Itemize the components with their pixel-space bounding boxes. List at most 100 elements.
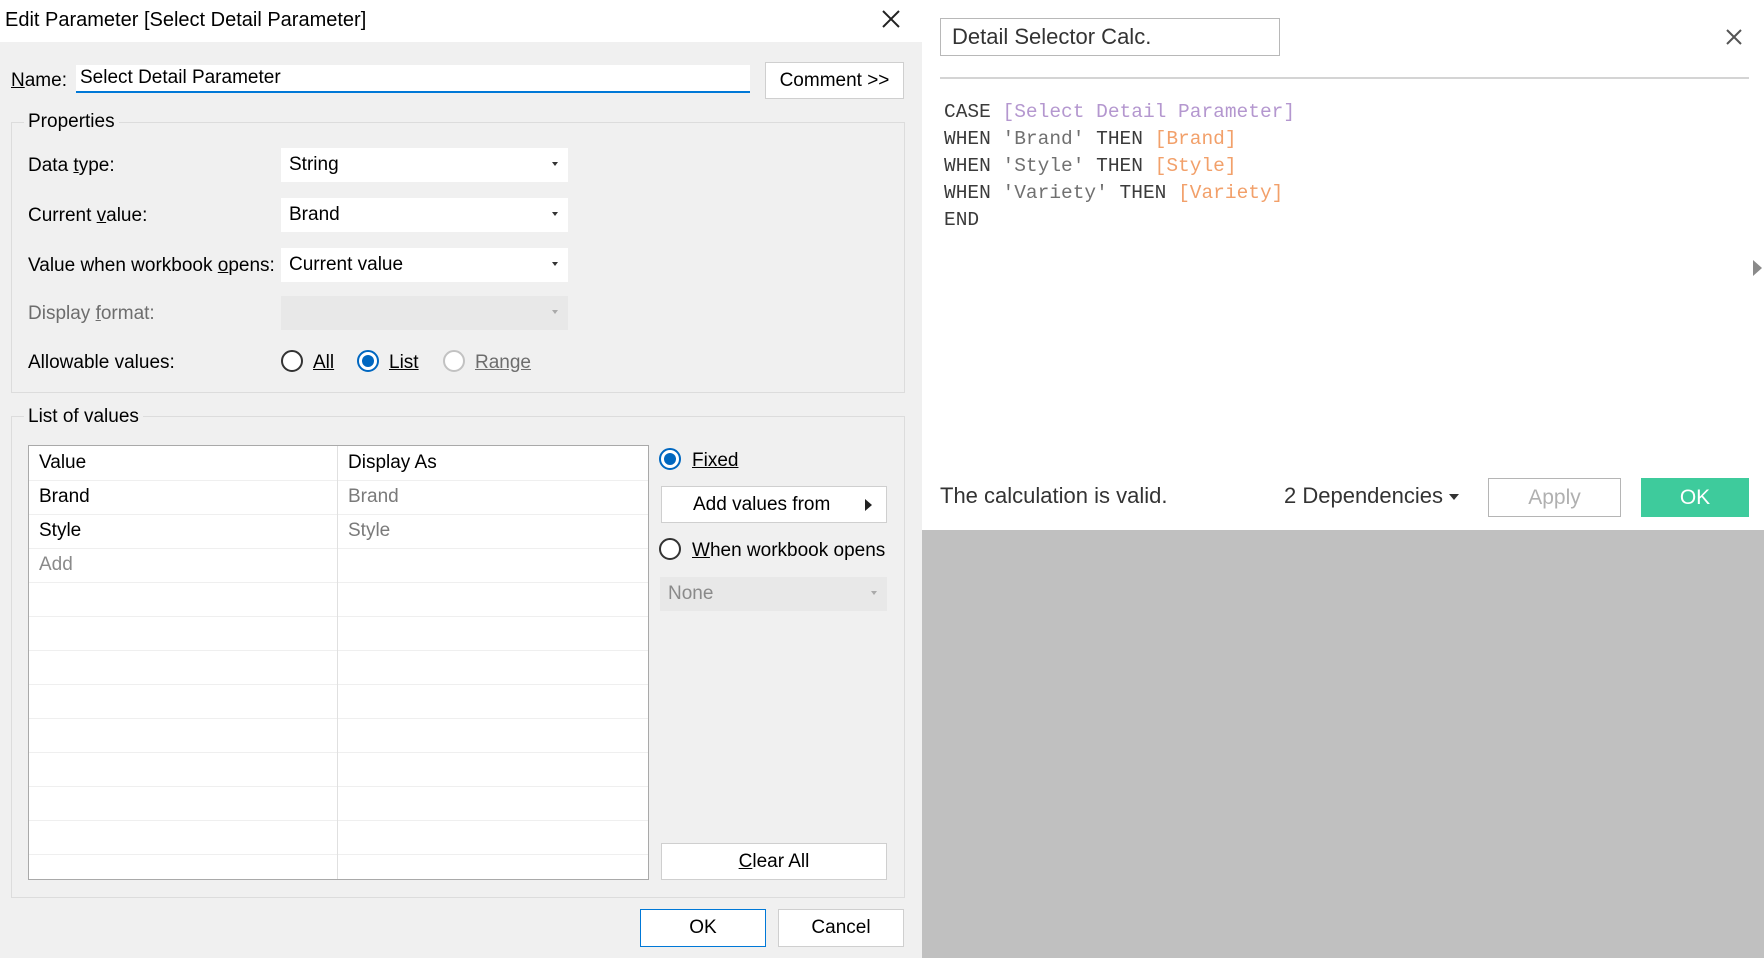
radio-all-label[interactable]: All bbox=[313, 352, 334, 374]
keyword: WHEN bbox=[944, 182, 991, 204]
value-cell[interactable]: Style bbox=[29, 514, 338, 548]
validation-status: The calculation is valid. bbox=[940, 483, 1168, 508]
calc-name-input[interactable]: Detail Selector Calc. bbox=[940, 18, 1280, 56]
value-cell[interactable]: Brand bbox=[29, 480, 338, 514]
data-type-value: String bbox=[289, 154, 339, 175]
comment-button[interactable]: Comment >> bbox=[765, 62, 904, 99]
keyword: END bbox=[944, 209, 980, 231]
expand-panel-arrow-icon[interactable] bbox=[1753, 260, 1762, 276]
radio-range-label: Range bbox=[475, 352, 531, 373]
display-as-cell[interactable]: Style bbox=[338, 514, 648, 548]
ok-button[interactable]: OK bbox=[640, 909, 766, 947]
empty-cell bbox=[29, 786, 338, 820]
values-table[interactable]: Value Display As Brand Brand Style Style… bbox=[28, 445, 649, 880]
code-line-5: END bbox=[944, 207, 1295, 234]
allowable-values-label: Allowable values: bbox=[28, 352, 175, 373]
keyword: THEN bbox=[1096, 155, 1143, 177]
empty-cell bbox=[29, 752, 338, 786]
name-label: Name: bbox=[11, 70, 67, 91]
list-of-values-group-title: List of values bbox=[24, 406, 143, 428]
parameter-ref: [Select Detail Parameter] bbox=[1002, 101, 1296, 123]
current-value-select[interactable]: Brand bbox=[281, 198, 568, 232]
calculation-editor-panel bbox=[922, 0, 1764, 530]
table-row-empty bbox=[29, 582, 648, 617]
radio-when-workbook-opens-label[interactable]: When workbook opens bbox=[692, 540, 885, 562]
divider bbox=[940, 77, 1749, 79]
keyword: WHEN bbox=[944, 128, 991, 150]
close-calc-icon[interactable] bbox=[1719, 22, 1749, 52]
add-values-from-label: Add values from bbox=[693, 493, 831, 515]
string-literal: 'Brand' bbox=[1002, 128, 1085, 150]
empty-cell bbox=[29, 718, 338, 752]
empty-cell bbox=[29, 582, 338, 616]
empty-cell bbox=[29, 650, 338, 684]
add-value-cell[interactable]: Add bbox=[29, 548, 338, 582]
display-as-cell[interactable] bbox=[338, 548, 648, 582]
when-workbook-opens-value: None bbox=[668, 583, 714, 604]
radio-list-label[interactable]: List bbox=[389, 352, 419, 374]
chevron-down-icon bbox=[552, 162, 558, 166]
empty-cell bbox=[29, 684, 338, 718]
keyword: THEN bbox=[1119, 182, 1167, 204]
table-row[interactable]: Style Style bbox=[29, 514, 648, 549]
table-row-empty bbox=[29, 854, 648, 879]
display-as-cell[interactable]: Brand bbox=[338, 480, 648, 514]
current-value-label: Current value: bbox=[28, 205, 148, 226]
empty-cell bbox=[29, 820, 338, 854]
workbook-opens-select[interactable]: Current value bbox=[281, 248, 568, 282]
code-line-4: WHEN 'Variety' THEN [Variety] bbox=[944, 180, 1295, 207]
data-type-select[interactable]: String bbox=[281, 148, 568, 182]
field-ref: [Brand] bbox=[1154, 128, 1237, 150]
string-literal: 'Variety' bbox=[1002, 182, 1108, 204]
name-input[interactable] bbox=[76, 65, 750, 93]
keyword: THEN bbox=[1096, 128, 1143, 150]
empty-cell bbox=[29, 616, 338, 650]
column-header-value: Value bbox=[29, 446, 338, 480]
code-line-1: CASE [Select Detail Parameter] bbox=[944, 99, 1295, 126]
dependencies-dropdown[interactable]: 2 Dependencies bbox=[1284, 483, 1460, 509]
display-format-select bbox=[281, 296, 568, 330]
chevron-down-icon bbox=[552, 262, 558, 266]
dialog-title: Edit Parameter [Select Detail Parameter] bbox=[5, 9, 367, 31]
clear-all-button[interactable]: Clear All bbox=[661, 843, 887, 880]
keyword: WHEN bbox=[944, 155, 991, 177]
string-literal: 'Style' bbox=[1002, 155, 1085, 177]
add-values-from-button[interactable]: Add values from bbox=[661, 486, 887, 523]
code-line-2: WHEN 'Brand' THEN [Brand] bbox=[944, 126, 1295, 153]
table-row-empty bbox=[29, 684, 648, 719]
display-format-label: Display format: bbox=[28, 303, 155, 324]
workbook-opens-value: Current value bbox=[289, 254, 404, 275]
table-row-empty bbox=[29, 616, 648, 651]
apply-button[interactable]: Apply bbox=[1488, 478, 1621, 517]
table-header: Value Display As bbox=[29, 446, 648, 481]
radio-fixed[interactable] bbox=[659, 448, 681, 470]
empty-cell bbox=[29, 854, 338, 879]
radio-list[interactable] bbox=[357, 350, 379, 372]
field-ref: [Style] bbox=[1154, 155, 1237, 177]
current-value-value: Brand bbox=[289, 204, 340, 225]
code-line-3: WHEN 'Style' THEN [Style] bbox=[944, 153, 1295, 180]
workbook-opens-label: Value when workbook opens: bbox=[28, 255, 275, 276]
column-header-display-as: Display As bbox=[348, 452, 437, 473]
table-row-empty bbox=[29, 820, 648, 855]
chevron-right-icon bbox=[865, 499, 872, 511]
properties-group-title: Properties bbox=[24, 111, 119, 133]
table-row-empty bbox=[29, 786, 648, 821]
chevron-down-icon bbox=[871, 591, 877, 595]
chevron-down-icon bbox=[552, 212, 558, 216]
chevron-down-icon bbox=[552, 310, 558, 314]
calc-ok-button[interactable]: OK bbox=[1641, 478, 1749, 517]
table-row[interactable]: Brand Brand bbox=[29, 480, 648, 515]
radio-when-workbook-opens[interactable] bbox=[659, 538, 681, 560]
caret-down-icon bbox=[1449, 494, 1460, 501]
radio-range bbox=[443, 350, 465, 372]
edit-parameter-dialog: Edit Parameter [Select Detail Parameter]… bbox=[0, 0, 922, 958]
keyword: CASE bbox=[944, 101, 991, 123]
radio-fixed-label[interactable]: Fixed bbox=[692, 450, 738, 472]
close-icon[interactable] bbox=[876, 4, 906, 34]
formula-editor[interactable]: CASE [Select Detail Parameter] WHEN 'Bran… bbox=[944, 99, 1295, 234]
cancel-button[interactable]: Cancel bbox=[778, 909, 904, 947]
dependencies-label: 2 Dependencies bbox=[1284, 483, 1444, 508]
table-row-add[interactable]: Add bbox=[29, 548, 648, 583]
radio-all[interactable] bbox=[281, 350, 303, 372]
